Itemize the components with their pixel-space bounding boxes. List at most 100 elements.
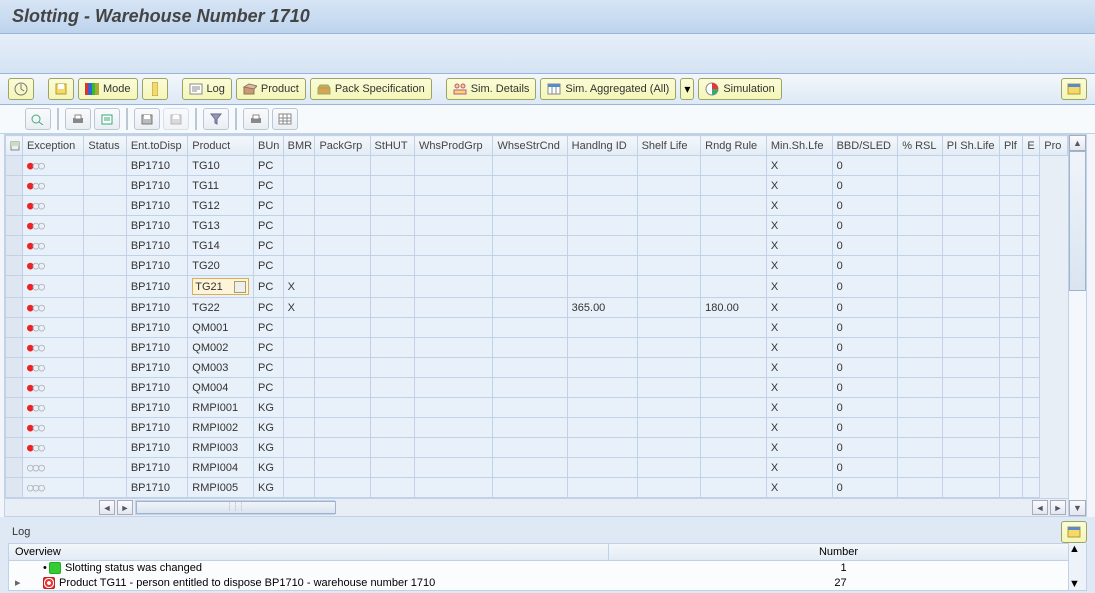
table-row[interactable]: BP1710RMPI005KGX0 bbox=[6, 478, 1068, 498]
table-row[interactable]: BP1710TG21PCXX0 bbox=[6, 276, 1068, 298]
col-header[interactable]: Shelf Life bbox=[637, 136, 701, 156]
execute-button[interactable] bbox=[8, 78, 34, 100]
pack-spec-button[interactable]: Pack Specification bbox=[310, 78, 432, 100]
table-row[interactable]: BP1710RMPI003KGX0 bbox=[6, 438, 1068, 458]
traffic-light-icon bbox=[27, 259, 44, 272]
grid-layout-button[interactable] bbox=[272, 108, 298, 130]
hscroll-right-2[interactable]: ► bbox=[1050, 500, 1066, 515]
simulation-label: Simulation bbox=[723, 83, 774, 95]
table-row[interactable]: BP1710TG14PCX0 bbox=[6, 236, 1068, 256]
overview-row[interactable]: ▸ Product TG11 - person entitled to dispo… bbox=[9, 575, 1068, 590]
row-select[interactable] bbox=[6, 358, 23, 378]
table-row[interactable]: BP1710QM002PCX0 bbox=[6, 338, 1068, 358]
row-select[interactable] bbox=[6, 156, 23, 176]
save-layout-button[interactable] bbox=[134, 108, 160, 130]
col-header[interactable]: BUn bbox=[253, 136, 283, 156]
expand-icon[interactable]: ▸ bbox=[15, 576, 27, 589]
save-button[interactable] bbox=[48, 78, 74, 100]
col-header[interactable]: BBD/SLED bbox=[832, 136, 898, 156]
table-row[interactable]: BP1710TG11PCX0 bbox=[6, 176, 1068, 196]
table-row[interactable]: BP1710TG12PCX0 bbox=[6, 196, 1068, 216]
simulation-button[interactable]: Simulation bbox=[698, 78, 781, 100]
table-row[interactable]: BP1710QM004PCX0 bbox=[6, 378, 1068, 398]
table-row[interactable]: BP1710QM003PCX0 bbox=[6, 358, 1068, 378]
traffic-light-icon bbox=[27, 421, 44, 434]
overview-text: Product TG11 - person entitled to dispos… bbox=[59, 577, 619, 589]
value-help-icon[interactable] bbox=[234, 281, 246, 293]
data-grid[interactable]: ExceptionStatusEnt.toDispProductBUnBMRPa… bbox=[5, 135, 1068, 498]
status-ok-icon bbox=[49, 562, 61, 574]
col-header[interactable]: Status bbox=[84, 136, 126, 156]
col-header[interactable]: Rndg Rule bbox=[701, 136, 767, 156]
col-header[interactable]: % RSL bbox=[898, 136, 943, 156]
product-button[interactable]: Product bbox=[236, 78, 306, 100]
traffic-light-icon bbox=[27, 361, 44, 374]
col-header[interactable]: PI Sh.Life bbox=[942, 136, 999, 156]
table-row[interactable]: BP1710TG13PCX0 bbox=[6, 216, 1068, 236]
export-button[interactable] bbox=[94, 108, 120, 130]
col-header[interactable]: WhsProdGrp bbox=[415, 136, 493, 156]
overview-vscroll-down[interactable]: ▼ bbox=[1069, 578, 1086, 590]
filter-button[interactable] bbox=[203, 108, 229, 130]
vscroll-down[interactable]: ▼ bbox=[1069, 500, 1086, 516]
col-header[interactable]: Handlng ID bbox=[567, 136, 637, 156]
row-select[interactable] bbox=[6, 458, 23, 478]
overview-text: Slotting status was changed bbox=[65, 562, 625, 574]
col-header[interactable]: E bbox=[1023, 136, 1040, 156]
table-row[interactable]: BP1710RMPI001KGX0 bbox=[6, 398, 1068, 418]
row-select[interactable] bbox=[6, 318, 23, 338]
row-select[interactable] bbox=[6, 216, 23, 236]
row-select[interactable] bbox=[6, 378, 23, 398]
table-row[interactable]: BP1710TG20PCX0 bbox=[6, 256, 1068, 276]
table-row[interactable]: BP1710TG22PCX365.00180.00X0 bbox=[6, 298, 1068, 318]
row-select[interactable] bbox=[6, 478, 23, 498]
row-select[interactable] bbox=[6, 176, 23, 196]
log-config-button[interactable] bbox=[1061, 521, 1087, 543]
hscroll-left[interactable]: ◄ bbox=[99, 500, 115, 515]
row-select[interactable] bbox=[6, 196, 23, 216]
mode-button[interactable]: Mode bbox=[78, 78, 138, 100]
log-button[interactable]: Log bbox=[182, 78, 232, 100]
row-select[interactable] bbox=[6, 398, 23, 418]
sim-agg-button[interactable]: Sim. Aggregated (All) bbox=[540, 78, 676, 100]
col-header[interactable]: Exception bbox=[22, 136, 83, 156]
grid-vscroll[interactable]: ▲ ▼ bbox=[1069, 134, 1087, 517]
traffic-light-icon bbox=[27, 341, 44, 354]
details-button[interactable] bbox=[25, 108, 51, 130]
col-header[interactable]: Plf bbox=[1000, 136, 1023, 156]
col-header[interactable]: BMR bbox=[283, 136, 315, 156]
row-select[interactable] bbox=[6, 236, 23, 256]
col-header[interactable]: WhseStrCnd bbox=[493, 136, 567, 156]
overview-vscroll-up[interactable]: ▲ bbox=[1069, 543, 1086, 555]
table-row[interactable]: BP1710TG10PCX0 bbox=[6, 156, 1068, 176]
col-header[interactable]: Product bbox=[188, 136, 254, 156]
table-row[interactable]: BP1710QM001PCX0 bbox=[6, 318, 1068, 338]
print-preview-button[interactable] bbox=[243, 108, 269, 130]
col-header[interactable]: Pro bbox=[1040, 136, 1068, 156]
focus-button[interactable] bbox=[142, 78, 168, 100]
row-select[interactable] bbox=[6, 276, 23, 298]
product-input[interactable]: TG21 bbox=[192, 278, 249, 295]
row-select[interactable] bbox=[6, 338, 23, 358]
col-header[interactable]: Ent.toDisp bbox=[126, 136, 187, 156]
overview-row[interactable]: • Slotting status was changed1 bbox=[9, 561, 1068, 575]
hscroll-right[interactable]: ► bbox=[117, 500, 133, 515]
col-header[interactable]: Min.Sh.Lfe bbox=[766, 136, 832, 156]
layout-config-button[interactable] bbox=[1061, 78, 1087, 100]
col-header[interactable]: PackGrp bbox=[315, 136, 370, 156]
select-all-button[interactable] bbox=[6, 136, 23, 156]
row-select[interactable] bbox=[6, 438, 23, 458]
row-select[interactable] bbox=[6, 418, 23, 438]
hscroll-left-2[interactable]: ◄ bbox=[1032, 500, 1048, 515]
sim-agg-dropdown[interactable]: ▾ bbox=[680, 78, 694, 100]
row-select[interactable] bbox=[6, 256, 23, 276]
row-select[interactable] bbox=[6, 298, 23, 318]
overview-vscroll[interactable]: ▲ ▼ bbox=[1069, 543, 1087, 591]
grid-hscroll[interactable]: ◄ ► ┆┆┆ ◄ ► bbox=[5, 498, 1068, 516]
print-button[interactable] bbox=[65, 108, 91, 130]
col-header[interactable]: StHUT bbox=[370, 136, 415, 156]
table-row[interactable]: BP1710RMPI004KGX0 bbox=[6, 458, 1068, 478]
sim-details-button[interactable]: Sim. Details bbox=[446, 78, 537, 100]
table-row[interactable]: BP1710RMPI002KGX0 bbox=[6, 418, 1068, 438]
vscroll-up[interactable]: ▲ bbox=[1069, 135, 1086, 151]
